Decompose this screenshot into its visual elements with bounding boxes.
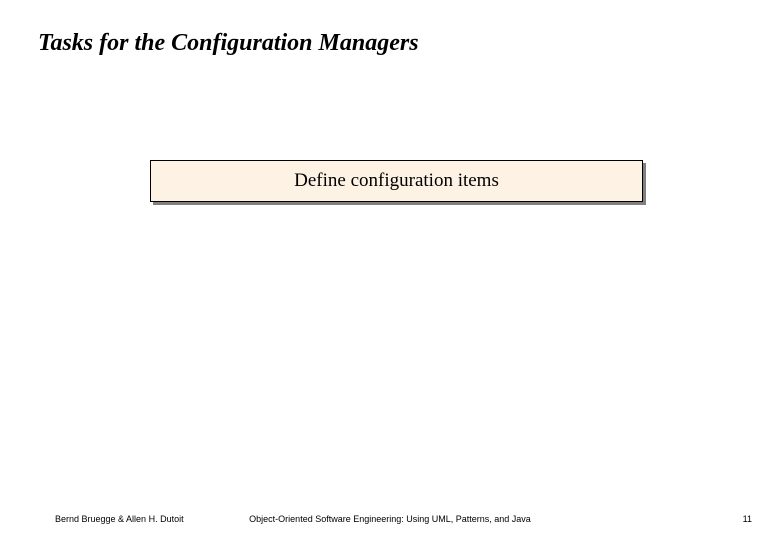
footer-authors: Bernd Bruegge & Allen H. Dutoit — [55, 514, 184, 524]
task-box-container: Define configuration items — [150, 160, 643, 202]
task-box-label: Define configuration items — [294, 170, 499, 192]
task-box: Define configuration items — [150, 160, 643, 202]
slide-title: Tasks for the Configuration Managers — [38, 30, 419, 57]
footer-page-number: 11 — [743, 514, 752, 524]
footer-book-title: Object-Oriented Software Engineering: Us… — [249, 514, 531, 524]
